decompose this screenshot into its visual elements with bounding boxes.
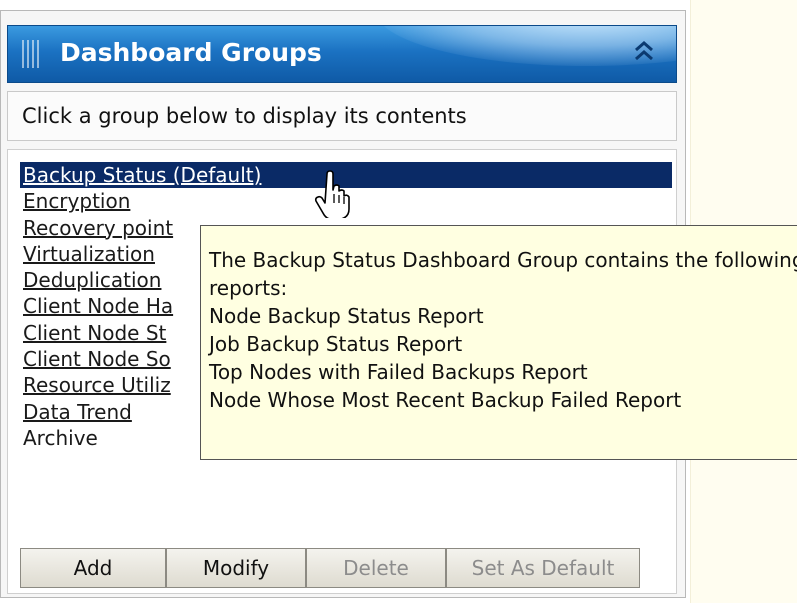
modify-button[interactable]: Modify bbox=[166, 548, 306, 588]
tooltip-report: Node Whose Most Recent Backup Failed Rep… bbox=[209, 388, 682, 412]
tooltip-line: reports: bbox=[209, 276, 288, 300]
collapse-icon[interactable] bbox=[626, 36, 662, 72]
instruction-text: Click a group below to display its conte… bbox=[22, 104, 467, 128]
tooltip-report: Job Backup Status Report bbox=[209, 332, 463, 356]
set-as-default-button[interactable]: Set As Default bbox=[446, 548, 640, 588]
tooltip-line: The Backup Status Dashboard Group contai… bbox=[209, 248, 797, 272]
drag-grip-icon[interactable] bbox=[22, 40, 40, 68]
tooltip-report: Node Backup Status Report bbox=[209, 304, 484, 328]
panel-title: Dashboard Groups bbox=[60, 38, 322, 67]
tooltip-report: Top Nodes with Failed Backups Report bbox=[209, 360, 588, 384]
add-button[interactable]: Add bbox=[20, 548, 166, 588]
delete-button[interactable]: Delete bbox=[306, 548, 446, 588]
hand-cursor-icon bbox=[314, 170, 350, 218]
group-tooltip: The Backup Status Dashboard Group contai… bbox=[200, 225, 797, 460]
panel-header: Dashboard Groups bbox=[7, 25, 677, 83]
instruction-bar: Click a group below to display its conte… bbox=[7, 91, 677, 141]
